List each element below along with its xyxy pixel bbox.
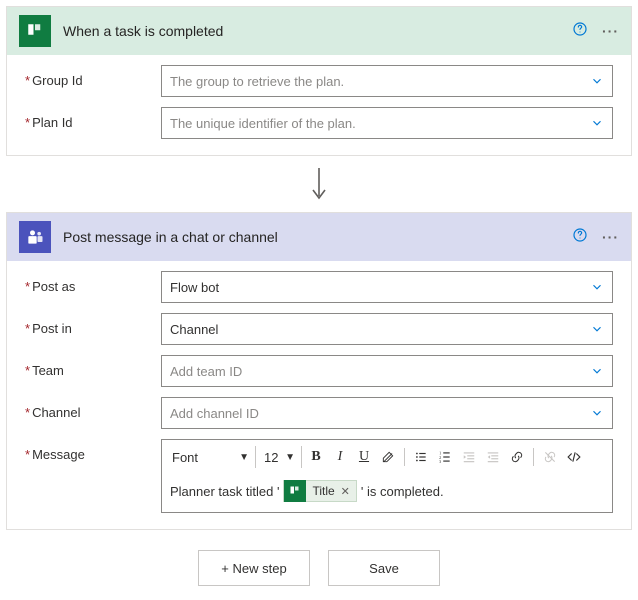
svg-text:3: 3 [439,459,441,464]
more-icon[interactable]: ··· [602,23,619,39]
message-label: *Message [25,439,161,462]
number-list-button[interactable]: 123 [435,446,455,468]
footer-actions: + New step Save [6,536,632,594]
group-id-label: *Group Id [25,65,161,88]
dynamic-token-title[interactable]: Title ✕ [283,480,356,502]
plan-id-placeholder: The unique identifier of the plan. [170,116,590,131]
group-id-placeholder: The group to retrieve the plan. [170,74,590,89]
action-body: *Post as Flow bot *Post in Channel *Team [7,261,631,529]
post-in-dropdown[interactable]: Channel [161,313,613,345]
bullet-list-button[interactable] [411,446,431,468]
message-editor[interactable]: Font▼ 12▼ B I U [161,439,613,513]
channel-label: *Channel [25,397,161,420]
chevron-down-icon [590,322,604,336]
font-select[interactable]: Font▼ [170,446,256,468]
chevron-down-icon [590,406,604,420]
rte-toolbar: Font▼ 12▼ B I U [170,446,604,474]
caret-down-icon: ▼ [285,452,295,463]
post-in-value: Channel [170,322,590,337]
trigger-header[interactable]: When a task is completed ··· [7,7,631,55]
link-button[interactable] [507,446,527,468]
teams-icon [19,221,51,253]
new-step-button[interactable]: + New step [198,550,310,586]
indent-button[interactable] [483,446,503,468]
action-title: Post message in a chat or channel [63,229,560,245]
toolbar-divider [404,448,405,466]
group-id-dropdown[interactable]: The group to retrieve the plan. [161,65,613,97]
action-card: Post message in a chat or channel ··· *P… [6,212,632,530]
chevron-down-icon [590,74,604,88]
bold-button[interactable]: B [306,446,326,468]
action-header[interactable]: Post message in a chat or channel ··· [7,213,631,261]
channel-dropdown[interactable]: Add channel ID [161,397,613,429]
save-button[interactable]: Save [328,550,440,586]
planner-icon [19,15,51,47]
flow-arrow [6,162,632,212]
team-label: *Team [25,355,161,378]
post-as-label: *Post as [25,271,161,294]
plan-id-label: *Plan Id [25,107,161,130]
code-view-button[interactable] [564,446,584,468]
more-icon[interactable]: ··· [602,229,619,245]
font-color-button[interactable] [378,446,398,468]
plan-id-dropdown[interactable]: The unique identifier of the plan. [161,107,613,139]
caret-down-icon: ▼ [239,452,249,463]
channel-placeholder: Add channel ID [170,406,590,421]
post-as-dropdown[interactable]: Flow bot [161,271,613,303]
team-placeholder: Add team ID [170,364,590,379]
chevron-down-icon [590,280,604,294]
unlink-button[interactable] [540,446,560,468]
token-remove-icon[interactable]: ✕ [341,485,356,498]
chevron-down-icon [590,364,604,378]
post-as-value: Flow bot [170,280,590,295]
trigger-body: *Group Id The group to retrieve the plan… [7,55,631,155]
trigger-title: When a task is completed [63,23,560,39]
chevron-down-icon [590,116,604,130]
planner-icon [284,480,306,502]
underline-button[interactable]: U [354,446,374,468]
message-body[interactable]: Planner task titled ' Title ✕ ' is compl… [170,474,604,502]
message-text-before: Planner task titled ' [170,484,279,499]
token-label: Title [306,484,340,498]
italic-button[interactable]: I [330,446,350,468]
team-dropdown[interactable]: Add team ID [161,355,613,387]
help-icon[interactable] [572,227,588,247]
post-in-label: *Post in [25,313,161,336]
help-icon[interactable] [572,21,588,41]
message-text-after: ' is completed. [361,484,444,499]
outdent-button[interactable] [459,446,479,468]
font-size-select[interactable]: 12▼ [260,446,302,468]
trigger-card: When a task is completed ··· *Group Id T… [6,6,632,156]
toolbar-divider [533,448,534,466]
